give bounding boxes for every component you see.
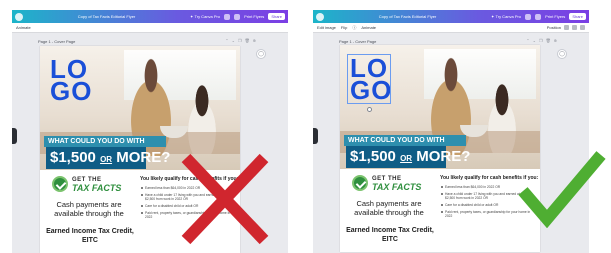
tax-facts-label: TAX FACTS xyxy=(372,182,422,192)
banner-more: MORE? xyxy=(116,149,171,166)
flyer-page[interactable]: LO GO WHAT COULD YOU DO WITH $1,500 OR M… xyxy=(340,45,540,252)
info-icon[interactable]: ⓘ xyxy=(352,25,356,31)
link-icon[interactable] xyxy=(572,25,577,30)
editor-top-bar: Copy of Tax Facts Editorial Flyer ✦ Try … xyxy=(12,10,288,23)
selection-frame xyxy=(347,54,391,104)
checkmark-badge-icon xyxy=(352,175,368,191)
add-user-icon[interactable] xyxy=(525,13,532,20)
print-button[interactable]: Print Flyers xyxy=(545,14,565,19)
banner-amount-value: $1,500 xyxy=(50,149,96,166)
edit-image-button[interactable]: Edit image xyxy=(317,25,336,30)
page-tools: ⌃ ⌄ ❐ 🗑 ⊕ xyxy=(225,38,256,43)
checkmark-badge-icon xyxy=(52,176,68,192)
comment-icon[interactable]: ◯ xyxy=(256,49,266,59)
context-toolbar: Animate xyxy=(12,23,288,33)
banner-more: MORE? xyxy=(416,148,471,165)
page-up-icon[interactable]: ⌃ xyxy=(225,38,228,43)
eitc-line-1: Earned Income Tax Credit, xyxy=(346,227,434,234)
banner-amount-value: $1,500 xyxy=(350,148,396,165)
add-page-icon[interactable]: ⊕ xyxy=(554,38,557,43)
chart-icon[interactable] xyxy=(535,13,542,20)
tax-facts-label: TAX FACTS xyxy=(72,183,122,193)
duplicate-icon[interactable]: ❐ xyxy=(539,38,543,43)
page-down-icon[interactable]: ⌄ xyxy=(533,38,536,43)
side-panel-toggle[interactable] xyxy=(12,128,17,144)
banner-or: OR xyxy=(400,154,413,163)
try-pro-button[interactable]: ✦ Try Canva Pro xyxy=(190,14,220,19)
share-button[interactable]: Share xyxy=(268,13,285,20)
animate-button[interactable]: Animate xyxy=(16,25,31,30)
banner-or: OR xyxy=(100,155,113,164)
rotate-handle-icon[interactable] xyxy=(367,107,372,112)
duplicate-icon[interactable]: ❐ xyxy=(238,38,242,43)
eitc-line-2: EITC xyxy=(382,236,398,243)
eitc-line-2: EITC xyxy=(82,237,98,244)
delete-icon[interactable]: 🗑 xyxy=(245,38,250,43)
flyer-bottom-section: GET THE TAX FACTS Cash payments are avai… xyxy=(340,169,540,252)
print-button[interactable]: Print Flyers xyxy=(244,14,264,19)
banner-question[interactable]: WHAT COULD YOU DO WITH xyxy=(44,136,166,147)
logo-line-2: GO xyxy=(50,76,93,106)
cash-payments-text: Cash payments are available through the xyxy=(354,199,424,217)
flip-button[interactable]: Flip xyxy=(341,25,347,30)
page-up-icon[interactable]: ⌃ xyxy=(526,38,529,43)
document-title[interactable]: Copy of Tax Facts Editorial Flyer xyxy=(328,14,487,19)
animate-button[interactable]: Animate xyxy=(361,25,376,30)
lock-icon[interactable] xyxy=(580,25,585,30)
position-button[interactable]: Position xyxy=(547,25,561,30)
eitc-line-1: Earned Income Tax Credit, xyxy=(46,228,134,235)
page-tools: ⌃ ⌄ ❐ 🗑 ⊕ xyxy=(526,38,557,43)
chart-icon[interactable] xyxy=(234,13,241,20)
home-icon[interactable] xyxy=(15,12,23,21)
logo-placeholder[interactable]: LO GO xyxy=(50,56,93,106)
page-down-icon[interactable]: ⌄ xyxy=(232,38,235,43)
banner-amount[interactable]: $1,500 OR MORE? xyxy=(346,146,470,168)
context-toolbar: Edit image Flip ⓘ Animate Position xyxy=(313,23,589,33)
toolbar-right-group: Position xyxy=(547,25,585,30)
checkmark-icon xyxy=(517,149,607,228)
add-user-icon[interactable] xyxy=(224,13,231,20)
cash-payments-text: Cash payments are available through the xyxy=(54,200,124,218)
banner-question[interactable]: WHAT COULD YOU DO WITH xyxy=(344,135,466,146)
home-icon[interactable] xyxy=(316,12,324,21)
delete-icon[interactable]: 🗑 xyxy=(546,38,551,43)
comment-icon[interactable]: ◯ xyxy=(557,49,567,59)
page-label: Page 1 - Cover Page xyxy=(339,39,377,44)
transparency-icon[interactable] xyxy=(564,25,569,30)
share-button[interactable]: Share xyxy=(569,13,586,20)
page-label: Page 1 - Cover Page xyxy=(38,39,76,44)
cross-icon xyxy=(180,152,270,246)
add-page-icon[interactable]: ⊕ xyxy=(253,38,256,43)
eitc-text: Earned Income Tax Credit, EITC xyxy=(44,227,136,245)
editor-top-bar: Copy of Tax Facts Editorial Flyer ✦ Try … xyxy=(313,10,589,23)
side-panel-toggle[interactable] xyxy=(313,128,318,144)
banner-amount[interactable]: $1,500 OR MORE? xyxy=(46,147,170,169)
eitc-text: Earned Income Tax Credit, EITC xyxy=(344,226,436,244)
document-title[interactable]: Copy of Tax Facts Editorial Flyer xyxy=(27,14,186,19)
try-pro-button[interactable]: ✦ Try Canva Pro xyxy=(491,14,521,19)
